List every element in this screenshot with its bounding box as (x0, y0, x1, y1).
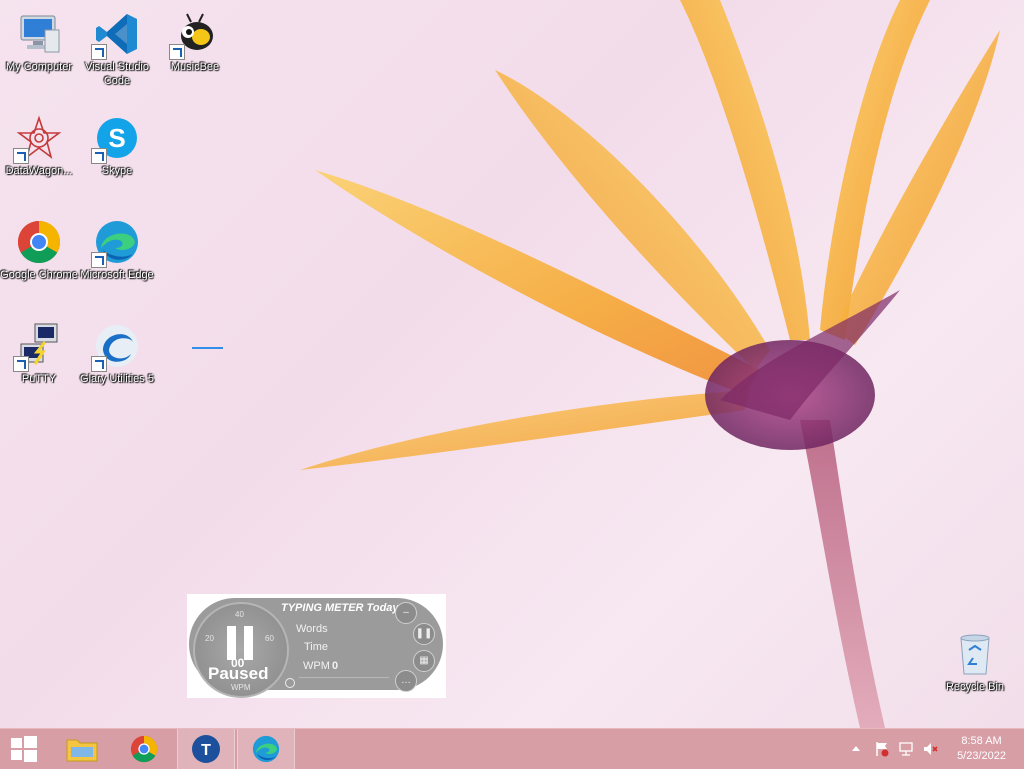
desktop-icon-edge[interactable]: Microsoft Edge (78, 214, 156, 304)
taskbar-clock[interactable]: 8:58 AM 5/23/2022 (957, 734, 1006, 764)
volume-muted-icon[interactable] (922, 741, 938, 757)
wpm-label: WPM (303, 660, 330, 672)
gauge-tick: 40 (235, 610, 244, 619)
shortcut-arrow-icon (91, 356, 107, 372)
desktop-icon-musicbee[interactable]: MusicBee (156, 6, 234, 96)
shortcut-arrow-icon (13, 148, 29, 164)
glary-icon (91, 322, 141, 372)
shortcut-arrow-icon (91, 148, 107, 164)
network-icon[interactable] (898, 741, 914, 757)
words-label: Words (296, 623, 328, 635)
desktop-icon-label: Glary Utilities 5 (80, 373, 154, 385)
show-hidden-icons-button[interactable] (850, 743, 862, 755)
svg-text:T: T (201, 742, 211, 759)
desktop-icon-label: PuTTY (21, 373, 57, 385)
divider (299, 677, 389, 678)
wpm-gauge: 20 40 60 00 Paused WPM (193, 602, 289, 698)
chrome-icon (15, 218, 63, 266)
desktop-icon-label: My Computer (5, 61, 73, 73)
search-icon[interactable] (285, 678, 295, 688)
desktop-icon-label: MusicBee (170, 61, 220, 73)
clock-date: 5/23/2022 (957, 750, 1006, 762)
shortcut-arrow-icon (91, 44, 107, 60)
paused-status: Paused (208, 664, 269, 683)
more-options-button[interactable]: … (395, 670, 417, 692)
typing-meter-widget[interactable]: 20 40 60 00 Paused WPM TYPING METER Toda… (187, 594, 446, 698)
pause-icon (225, 626, 255, 660)
wpm-value: 0 (332, 660, 339, 672)
shortcut-arrow-icon (91, 252, 107, 268)
clock-time: 8:58 AM (961, 735, 1002, 747)
vscode-icon (91, 10, 141, 60)
desktop-icon-putty[interactable]: PuTTY (0, 318, 78, 408)
stats-chart-button[interactable]: ▦ (413, 650, 435, 672)
time-label: Time (304, 641, 329, 653)
desktop-icon-recycle-bin[interactable]: Recycle Bin (936, 626, 1014, 716)
desktop-icon-label: Visual Studio Code (84, 61, 149, 87)
chrome-icon (130, 735, 158, 763)
pause-button[interactable]: ❚❚ (413, 623, 435, 645)
typing-meter-icon: T (192, 735, 220, 763)
desktop-icon-label: Recycle Bin (945, 681, 1005, 693)
desktop-icon-label: Microsoft Edge (80, 269, 154, 281)
desktop-icon-skype[interactable]: S Skype (78, 110, 156, 200)
chevron-up-icon (852, 746, 860, 751)
taskbar: T 8:58 AM 5/23/2022 (0, 728, 1024, 769)
gauge-unit: WPM (231, 683, 251, 692)
desktop-icon-label: Skype (101, 165, 133, 177)
taskbar-file-explorer[interactable] (54, 729, 110, 769)
desktop-icon-vscode[interactable]: Visual Studio Code (78, 6, 156, 96)
typing-meter-panel: 20 40 60 00 Paused WPM TYPING METER Toda… (189, 598, 443, 698)
desktop-icon-chrome[interactable]: Google Chrome (0, 214, 78, 304)
datawagon-icon (13, 114, 63, 164)
gauge-tick: 20 (205, 634, 214, 643)
desktop-icon-datawagon[interactable]: DataWagon... (0, 110, 78, 200)
gauge-tick: 60 (265, 634, 274, 643)
edge-icon (252, 735, 280, 763)
desktop-icon-label: DataWagon... (5, 165, 73, 177)
desktop-icon-label: Google Chrome (0, 269, 78, 281)
action-center-flag-icon[interactable] (874, 741, 890, 757)
skype-icon: S (91, 114, 141, 164)
computer-icon (15, 10, 63, 58)
taskbar-chrome[interactable] (116, 729, 172, 769)
desktop-icon-my-computer[interactable]: My Computer (0, 6, 78, 96)
taskbar-typing-meter[interactable]: T (177, 729, 235, 769)
taskbar-edge[interactable] (237, 729, 295, 769)
start-button[interactable] (0, 729, 48, 769)
musicbee-icon (169, 10, 219, 60)
shortcut-arrow-icon (13, 356, 29, 372)
recycle-bin-icon (951, 630, 999, 678)
edge-icon (91, 218, 141, 268)
folder-icon (66, 739, 98, 762)
widget-title: TYPING METER Today (281, 602, 399, 614)
putty-icon (13, 322, 63, 372)
shortcut-arrow-icon (169, 44, 185, 60)
desktop-icon-glary-utilities[interactable]: Glary Utilities 5 (78, 318, 156, 408)
windows-logo-icon (11, 736, 37, 762)
minimize-button[interactable]: – (395, 602, 417, 624)
text-cursor-line (192, 347, 223, 349)
svg-text:S: S (108, 123, 125, 153)
